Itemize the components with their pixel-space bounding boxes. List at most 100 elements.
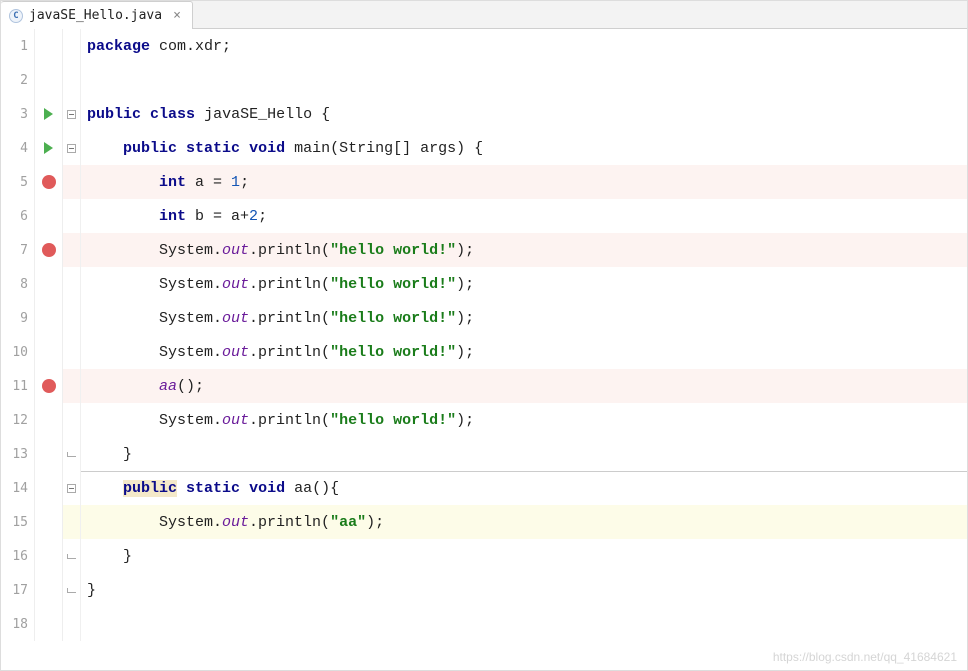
- code-content[interactable]: aa();: [81, 369, 967, 403]
- code-content[interactable]: System.out.println("hello world!");: [81, 335, 967, 369]
- line-number[interactable]: 16: [1, 539, 35, 573]
- gutter-icon-cell[interactable]: [35, 29, 63, 63]
- fold-gutter[interactable]: [63, 165, 81, 199]
- code-content[interactable]: System.out.println("hello world!");: [81, 267, 967, 301]
- fold-gutter[interactable]: [63, 267, 81, 301]
- breakpoint-icon[interactable]: [42, 379, 56, 393]
- gutter-icon-cell[interactable]: [35, 437, 63, 471]
- gutter-icon-cell[interactable]: [35, 471, 63, 505]
- fold-gutter[interactable]: [63, 131, 81, 165]
- code-line[interactable]: 2: [1, 63, 967, 97]
- code-line[interactable]: 15 System.out.println("aa");: [1, 505, 967, 539]
- file-tab[interactable]: C javaSE_Hello.java ×: [1, 1, 193, 29]
- line-number[interactable]: 18: [1, 607, 35, 641]
- gutter-icon-cell[interactable]: [35, 267, 63, 301]
- code-content[interactable]: System.out.println("aa");: [81, 505, 967, 539]
- code-content[interactable]: [81, 63, 967, 97]
- fold-gutter[interactable]: [63, 403, 81, 437]
- code-content[interactable]: System.out.println("hello world!");: [81, 233, 967, 267]
- code-content[interactable]: public static void aa(){: [81, 471, 967, 505]
- code-line[interactable]: 1 package com.xdr;: [1, 29, 967, 63]
- code-content[interactable]: System.out.println("hello world!");: [81, 403, 967, 437]
- code-content[interactable]: int b = a+2;: [81, 199, 967, 233]
- gutter-icon-cell[interactable]: [35, 505, 63, 539]
- fold-toggle-icon[interactable]: [67, 110, 76, 119]
- code-line[interactable]: 10 System.out.println("hello world!");: [1, 335, 967, 369]
- code-content[interactable]: }: [81, 539, 967, 573]
- gutter-icon-cell[interactable]: [35, 165, 63, 199]
- code-content[interactable]: }: [81, 573, 967, 607]
- run-icon[interactable]: [44, 108, 53, 120]
- line-number[interactable]: 13: [1, 437, 35, 471]
- code-line[interactable]: 6 int b = a+2;: [1, 199, 967, 233]
- fold-gutter[interactable]: [63, 63, 81, 97]
- gutter-icon-cell[interactable]: [35, 539, 63, 573]
- gutter-icon-cell[interactable]: [35, 233, 63, 267]
- code-line[interactable]: 4 public static void main(String[] args)…: [1, 131, 967, 165]
- fold-gutter[interactable]: [63, 97, 81, 131]
- line-number[interactable]: 8: [1, 267, 35, 301]
- line-number[interactable]: 2: [1, 63, 35, 97]
- code-line[interactable]: 13 }: [1, 437, 967, 471]
- gutter-icon-cell[interactable]: [35, 63, 63, 97]
- line-number[interactable]: 12: [1, 403, 35, 437]
- code-line[interactable]: 12 System.out.println("hello world!");: [1, 403, 967, 437]
- fold-gutter[interactable]: [63, 539, 81, 573]
- line-number[interactable]: 14: [1, 471, 35, 505]
- fold-toggle-icon[interactable]: [67, 484, 76, 493]
- fold-gutter[interactable]: [63, 369, 81, 403]
- line-number[interactable]: 9: [1, 301, 35, 335]
- code-content[interactable]: int a = 1;: [81, 165, 967, 199]
- run-icon[interactable]: [44, 142, 53, 154]
- code-line[interactable]: 11 aa();: [1, 369, 967, 403]
- line-number[interactable]: 6: [1, 199, 35, 233]
- code-content[interactable]: System.out.println("hello world!");: [81, 301, 967, 335]
- gutter-icon-cell[interactable]: [35, 301, 63, 335]
- gutter-icon-cell[interactable]: [35, 607, 63, 641]
- fold-gutter[interactable]: [63, 471, 81, 505]
- line-number[interactable]: 4: [1, 131, 35, 165]
- code-content[interactable]: [81, 607, 967, 641]
- gutter-icon-cell[interactable]: [35, 403, 63, 437]
- fold-gutter[interactable]: [63, 199, 81, 233]
- code-content[interactable]: package com.xdr;: [81, 29, 967, 63]
- code-content[interactable]: }: [81, 437, 967, 471]
- code-line[interactable]: 3 public class javaSE_Hello {: [1, 97, 967, 131]
- gutter-icon-cell[interactable]: [35, 335, 63, 369]
- gutter-icon-cell[interactable]: [35, 97, 63, 131]
- code-line[interactable]: 16 }: [1, 539, 967, 573]
- code-line[interactable]: 9 System.out.println("hello world!");: [1, 301, 967, 335]
- line-number[interactable]: 15: [1, 505, 35, 539]
- breakpoint-icon[interactable]: [42, 175, 56, 189]
- code-content[interactable]: public class javaSE_Hello {: [81, 97, 967, 131]
- code-line[interactable]: 5 int a = 1;: [1, 165, 967, 199]
- code-editor[interactable]: 1 package com.xdr; 23 public class javaSE_H…: [1, 29, 967, 670]
- line-number[interactable]: 10: [1, 335, 35, 369]
- fold-gutter[interactable]: [63, 573, 81, 607]
- fold-gutter[interactable]: [63, 437, 81, 471]
- fold-gutter[interactable]: [63, 233, 81, 267]
- line-number[interactable]: 7: [1, 233, 35, 267]
- code-line[interactable]: 18: [1, 607, 967, 641]
- line-number[interactable]: 5: [1, 165, 35, 199]
- line-number[interactable]: 11: [1, 369, 35, 403]
- fold-gutter[interactable]: [63, 607, 81, 641]
- fold-toggle-icon[interactable]: [67, 144, 76, 153]
- fold-gutter[interactable]: [63, 301, 81, 335]
- line-number[interactable]: 1: [1, 29, 35, 63]
- code-line[interactable]: 7 System.out.println("hello world!");: [1, 233, 967, 267]
- fold-gutter[interactable]: [63, 29, 81, 63]
- line-number[interactable]: 17: [1, 573, 35, 607]
- code-line[interactable]: 17}: [1, 573, 967, 607]
- fold-gutter[interactable]: [63, 335, 81, 369]
- fold-gutter[interactable]: [63, 505, 81, 539]
- line-number[interactable]: 3: [1, 97, 35, 131]
- gutter-icon-cell[interactable]: [35, 199, 63, 233]
- gutter-icon-cell[interactable]: [35, 573, 63, 607]
- code-content[interactable]: public static void main(String[] args) {: [81, 131, 967, 165]
- gutter-icon-cell[interactable]: [35, 131, 63, 165]
- code-line[interactable]: 8 System.out.println("hello world!");: [1, 267, 967, 301]
- gutter-icon-cell[interactable]: [35, 369, 63, 403]
- code-line[interactable]: 14 public static void aa(){: [1, 471, 967, 505]
- close-icon[interactable]: ×: [170, 9, 184, 23]
